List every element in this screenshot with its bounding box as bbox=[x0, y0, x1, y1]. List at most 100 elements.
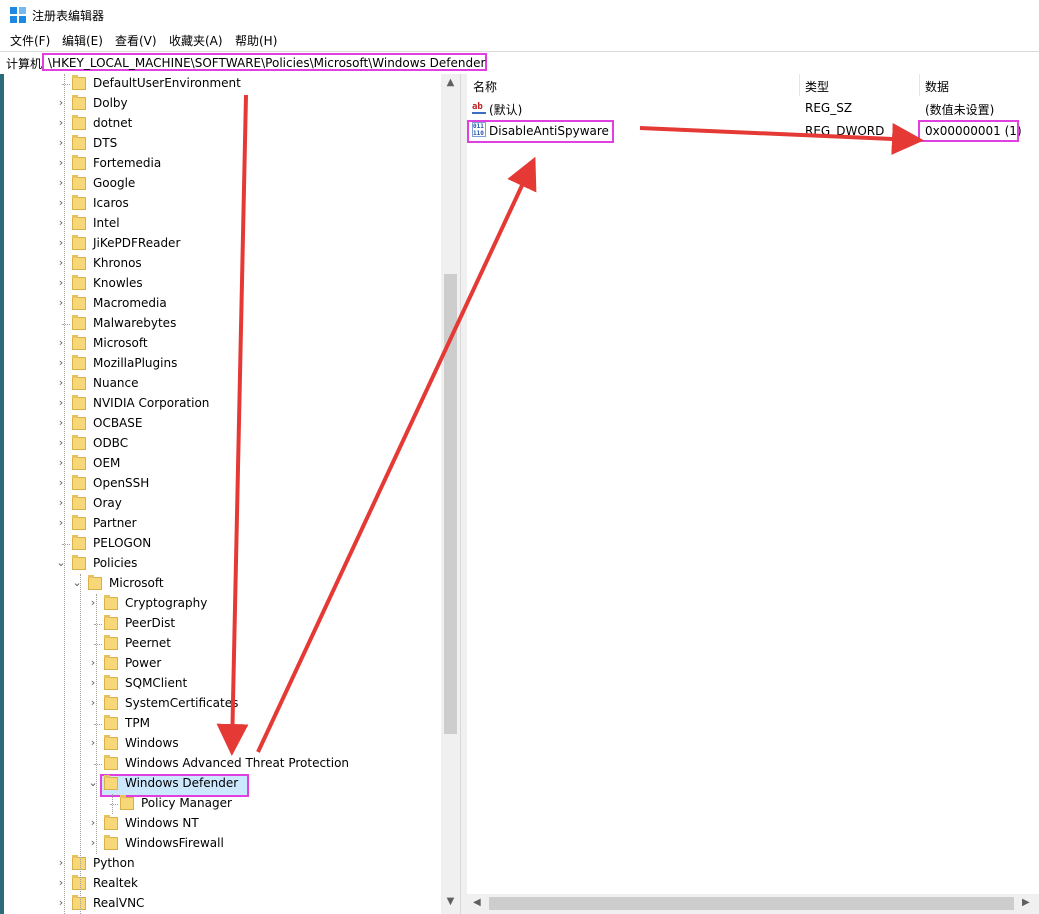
tree-item-label: Khronos bbox=[93, 256, 142, 270]
tree-item[interactable]: › NVIDIA Corporation bbox=[4, 394, 441, 414]
tree-item[interactable]: › WindowsFirewall bbox=[4, 834, 441, 854]
menu-view[interactable]: 查看(V) bbox=[115, 32, 157, 49]
folder-icon bbox=[72, 315, 86, 330]
tree-item[interactable]: › Icaros bbox=[4, 194, 441, 214]
scroll-down-arrow-icon[interactable]: ▼ bbox=[441, 896, 460, 907]
folder-icon bbox=[72, 475, 86, 490]
tree-item[interactable]: TPM bbox=[4, 714, 441, 734]
tree-guide-line bbox=[80, 574, 81, 914]
column-type[interactable]: 类型 bbox=[805, 78, 829, 95]
tree-item-label: MozillaPlugins bbox=[93, 356, 178, 370]
tree-item[interactable]: › Windows NT bbox=[4, 814, 441, 834]
tree-item[interactable]: Peernet bbox=[4, 634, 441, 654]
folder-icon bbox=[72, 75, 86, 90]
tree-item[interactable]: › Python bbox=[4, 854, 441, 874]
column-name[interactable]: 名称 bbox=[473, 78, 497, 95]
column-separator[interactable] bbox=[919, 74, 920, 96]
tree-item-label: Oray bbox=[93, 496, 122, 510]
folder-icon bbox=[104, 815, 118, 830]
tree-item[interactable]: › OEM bbox=[4, 454, 441, 474]
value-type: REG_DWORD bbox=[805, 124, 885, 138]
tree-item[interactable]: PeerDist bbox=[4, 614, 441, 634]
folder-icon bbox=[88, 575, 102, 590]
folder-icon bbox=[72, 395, 86, 410]
tree-item[interactable]: Malwarebytes bbox=[4, 314, 441, 334]
scroll-right-arrow-icon[interactable]: ▶ bbox=[1022, 897, 1030, 908]
tree-item[interactable]: › Macromedia bbox=[4, 294, 441, 314]
tree-item[interactable]: › Cryptography bbox=[4, 594, 441, 614]
tree-item-label: Icaros bbox=[93, 196, 129, 210]
tree-item-label: Partner bbox=[93, 516, 137, 530]
tree-item[interactable]: › Oray bbox=[4, 494, 441, 514]
tree-item[interactable]: › Windows bbox=[4, 734, 441, 754]
address-path[interactable]: \HKEY_LOCAL_MACHINE\SOFTWARE\Policies\Mi… bbox=[48, 56, 485, 70]
tree-item[interactable]: › Intel bbox=[4, 214, 441, 234]
tree-item[interactable]: › Dolby bbox=[4, 94, 441, 114]
tree-item-label: Nuance bbox=[93, 376, 139, 390]
tree-item-label: dotnet bbox=[93, 116, 133, 130]
tree-item[interactable]: › OpenSSH bbox=[4, 474, 441, 494]
folder-icon bbox=[104, 735, 118, 750]
tree-item[interactable]: › ODBC bbox=[4, 434, 441, 454]
tree-guide-line bbox=[64, 74, 65, 914]
tree-item[interactable]: › OCBASE bbox=[4, 414, 441, 434]
list-header: 名称 类型 数据 bbox=[467, 74, 1039, 96]
tree-item[interactable]: ⌄ Policies bbox=[4, 554, 441, 574]
address-bar[interactable]: 计算机 \HKEY_LOCAL_MACHINE\SOFTWARE\Policie… bbox=[0, 51, 1039, 75]
tree-item[interactable]: ⌄ Microsoft bbox=[4, 574, 441, 594]
folder-icon bbox=[104, 675, 118, 690]
tree-item[interactable]: › RealVNC bbox=[4, 894, 441, 914]
tree-item[interactable]: › Power bbox=[4, 654, 441, 674]
tree-item[interactable]: PELOGON bbox=[4, 534, 441, 554]
list-scroll-thumb[interactable] bbox=[489, 897, 1014, 910]
tree-item[interactable]: › JiKePDFReader bbox=[4, 234, 441, 254]
folder-icon bbox=[72, 295, 86, 310]
tree-item[interactable]: › Khronos bbox=[4, 254, 441, 274]
column-data[interactable]: 数据 bbox=[925, 78, 949, 95]
tree-item-label: Cryptography bbox=[125, 596, 208, 610]
tree-item-label: Windows bbox=[125, 736, 179, 750]
column-separator[interactable] bbox=[799, 74, 800, 96]
value-row[interactable]: ab (默认) REG_SZ (数值未设置) bbox=[467, 98, 1039, 118]
tree-item[interactable]: › MozillaPlugins bbox=[4, 354, 441, 374]
tree-item-label: Fortemedia bbox=[93, 156, 162, 170]
tree-item[interactable]: › dotnet bbox=[4, 114, 441, 134]
tree-vertical-scrollbar[interactable]: ▲ ▼ bbox=[441, 74, 460, 914]
pane-splitter[interactable] bbox=[460, 74, 467, 914]
key-tree[interactable]: DefaultUserEnvironment › Dolby › dotnet › DTS ›… bbox=[4, 74, 460, 914]
tree-item[interactable]: › SQMClient bbox=[4, 674, 441, 694]
tree-item[interactable]: › Nuance bbox=[4, 374, 441, 394]
tree-item[interactable]: › Microsoft bbox=[4, 334, 441, 354]
menu-favorites[interactable]: 收藏夹(A) bbox=[169, 32, 223, 49]
list-horizontal-scrollbar[interactable]: ◀ ▶ bbox=[467, 894, 1039, 914]
tree-item[interactable]: ⌄ Windows Defender bbox=[4, 774, 441, 794]
folder-icon bbox=[72, 115, 86, 130]
folder-icon bbox=[72, 455, 86, 470]
tree-item[interactable]: › DTS bbox=[4, 134, 441, 154]
tree-item-label: TPM bbox=[125, 716, 150, 730]
tree-item[interactable]: Windows Advanced Threat Protection bbox=[4, 754, 441, 774]
menu-edit[interactable]: 编辑(E) bbox=[62, 32, 103, 49]
tree-item[interactable]: DefaultUserEnvironment bbox=[4, 74, 441, 94]
menu-file[interactable]: 文件(F) bbox=[10, 32, 50, 49]
tree-item-label: Windows Defender bbox=[125, 776, 239, 790]
tree-item[interactable]: › Fortemedia bbox=[4, 154, 441, 174]
tree-item[interactable]: › Partner bbox=[4, 514, 441, 534]
tree-item[interactable]: › Google bbox=[4, 174, 441, 194]
tree-item[interactable]: › SystemCertificates bbox=[4, 694, 441, 714]
value-type: REG_SZ bbox=[805, 101, 853, 115]
tree-item[interactable]: › Realtek bbox=[4, 874, 441, 894]
menu-help[interactable]: 帮助(H) bbox=[235, 32, 277, 49]
scroll-left-arrow-icon[interactable]: ◀ bbox=[473, 897, 481, 908]
tree-item-label: Policies bbox=[93, 556, 138, 570]
folder-icon bbox=[72, 415, 86, 430]
scroll-up-arrow-icon[interactable]: ▲ bbox=[441, 77, 460, 88]
tree-item[interactable]: › Knowles bbox=[4, 274, 441, 294]
folder-icon bbox=[72, 555, 86, 570]
tree-item-label: SystemCertificates bbox=[125, 696, 239, 710]
tree-scroll-thumb[interactable] bbox=[444, 274, 457, 734]
folder-icon bbox=[72, 495, 86, 510]
tree-item-label: Microsoft bbox=[93, 336, 148, 350]
value-list[interactable]: 名称 类型 数据 ab (默认) REG_SZ (数值未设置) 011 110 D… bbox=[467, 74, 1039, 894]
tree-item[interactable]: Policy Manager bbox=[4, 794, 441, 814]
